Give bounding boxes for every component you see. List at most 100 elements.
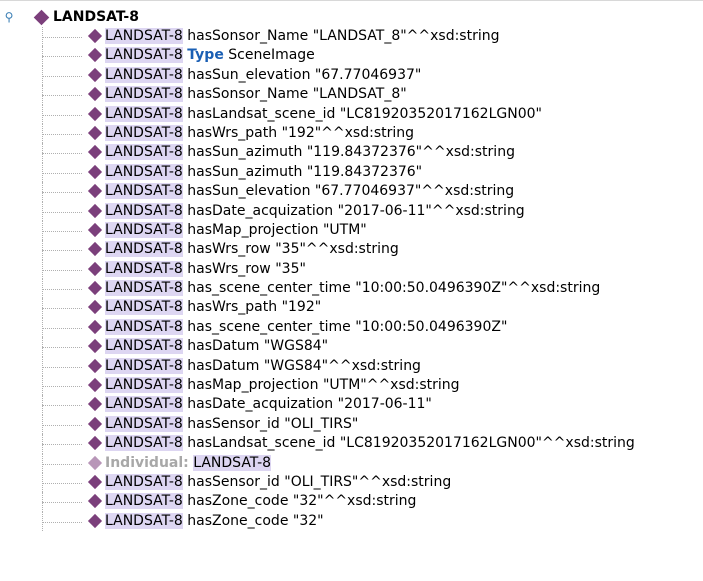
assertion-subject[interactable]: LANDSAT-8	[105, 47, 183, 64]
tree-root-node[interactable]: ⚲ LANDSAT-8	[0, 8, 703, 27]
assertion-subject[interactable]: LANDSAT-8	[105, 473, 183, 490]
assertion-subject[interactable]: LANDSAT-8	[105, 163, 183, 180]
assertion-row[interactable]: LANDSAT-8 hasSun_azimuth "119.84372376"^…	[0, 143, 703, 163]
assertion-diamond-icon	[87, 203, 103, 218]
assertion-subject[interactable]: LANDSAT-8	[105, 144, 183, 161]
assertion-subject[interactable]: LANDSAT-8	[105, 357, 183, 374]
assertion-row[interactable]: LANDSAT-8 hasWrs_row "35"^^xsd:string	[0, 240, 703, 260]
assertion-predicate: hasDate_acquization	[187, 202, 334, 219]
assertion-subject[interactable]: LANDSAT-8	[105, 396, 183, 413]
assertion-text: LANDSAT-8 hasDatum "WGS84"	[105, 337, 328, 356]
tree-connector-horizontal	[42, 308, 82, 310]
assertion-subject[interactable]: LANDSAT-8	[105, 183, 183, 200]
assertion-value: "OLI_TIRS"^^xsd:string	[284, 473, 452, 490]
assertion-row[interactable]: LANDSAT-8 Type SceneImage	[0, 46, 703, 66]
assertion-diamond-icon	[87, 319, 103, 334]
assertion-subject[interactable]: LANDSAT-8	[105, 66, 183, 83]
assertion-row[interactable]: LANDSAT-8 has_scene_center_time "10:00:5…	[0, 317, 703, 338]
assertion-diamond-icon	[87, 494, 103, 509]
assertion-row[interactable]: LANDSAT-8 hasMap_projection "UTM"	[0, 220, 703, 241]
assertion-text: LANDSAT-8 has_scene_center_time "10:00:5…	[105, 318, 507, 337]
assertion-row[interactable]: LANDSAT-8 hasMap_projection "UTM"^^xsd:s…	[0, 376, 703, 396]
assertion-row[interactable]: LANDSAT-8 hasDate_acquization "2017-06-1…	[0, 201, 703, 221]
assertion-text: LANDSAT-8 hasWrs_path "192"^^xsd:string	[105, 124, 414, 143]
assertion-value: "UTM"^^xsd:string	[322, 377, 460, 394]
assertion-subject[interactable]: LANDSAT-8	[105, 493, 183, 510]
assertion-row[interactable]: LANDSAT-8 hasSun_elevation "67.77046937"	[0, 65, 703, 86]
tree-connector-horizontal	[42, 444, 82, 446]
assertion-row[interactable]: LANDSAT-8 hasLandsat_scene_id "LC8192035…	[0, 434, 703, 454]
assertion-row[interactable]: LANDSAT-8 hasWrs_path "192"^^xsd:string	[0, 123, 703, 144]
root-label: LANDSAT-8	[53, 9, 139, 25]
assertion-value: "67.77046937"	[314, 66, 422, 83]
assertion-row[interactable]: LANDSAT-8 hasLandsat_scene_id "LC8192035…	[0, 104, 703, 124]
assertion-subject[interactable]: LANDSAT-8	[105, 512, 183, 529]
assertion-subject[interactable]: LANDSAT-8	[105, 241, 183, 258]
assertion-diamond-icon	[87, 377, 103, 393]
assertion-text: LANDSAT-8 hasMap_projection "UTM"^^xsd:s…	[105, 376, 460, 395]
assertion-row[interactable]: LANDSAT-8 hasDatum "WGS84"^^xsd:string	[0, 356, 703, 377]
assertion-predicate: hasSun_elevation	[187, 183, 311, 200]
assertion-diamond-icon	[87, 184, 103, 199]
assertion-diamond-icon	[87, 436, 103, 451]
assertion-subject[interactable]: LANDSAT-8	[105, 415, 183, 432]
assertion-predicate: hasWrs_row	[187, 260, 271, 277]
assertion-text: LANDSAT-8 hasLandsat_scene_id "LC8192035…	[105, 105, 542, 124]
type-keyword: Type	[187, 47, 224, 64]
assertion-subject[interactable]: LANDSAT-8	[105, 105, 183, 122]
assertion-subject[interactable]: LANDSAT-8	[105, 260, 183, 277]
assertion-predicate: hasLandsat_scene_id	[187, 105, 336, 122]
assertion-subject[interactable]: LANDSAT-8	[105, 280, 183, 297]
assertion-row[interactable]: LANDSAT-8 hasDate_acquization "2017-06-1…	[0, 395, 703, 415]
assertion-row[interactable]: LANDSAT-8 hasZone_code "32"	[0, 511, 703, 532]
assertion-subject[interactable]: LANDSAT-8	[105, 435, 183, 452]
tree-connector-horizontal	[42, 366, 82, 368]
assertion-value: "OLI_TIRS"	[284, 415, 359, 432]
assertion-row[interactable]: Individual: LANDSAT-8	[0, 453, 703, 473]
assertion-value: "2017-06-11"^^xsd:string	[337, 202, 525, 219]
assertion-subject[interactable]: LANDSAT-8	[105, 202, 183, 219]
assertion-row[interactable]: LANDSAT-8 hasZone_code "32"^^xsd:string	[0, 492, 703, 512]
tree-connector-horizontal	[42, 405, 82, 407]
assertion-value: "WGS84"	[263, 338, 329, 355]
assertion-value: "119.84372376"^^xsd:string	[306, 144, 515, 161]
assertion-predicate: hasDatum	[187, 338, 260, 355]
assertion-subject[interactable]: LANDSAT-8	[105, 124, 183, 141]
assertion-predicate: hasSensor_id	[187, 473, 280, 490]
tree-connector-horizontal	[42, 521, 82, 523]
assertion-row[interactable]: LANDSAT-8 hasWrs_path "192"	[0, 298, 703, 318]
assertion-diamond-icon	[87, 474, 103, 490]
assertion-row[interactable]: LANDSAT-8 hasSun_elevation "67.77046937"…	[0, 182, 703, 202]
assertion-row[interactable]: LANDSAT-8 hasSonsor_Name "LANDSAT_8"^^xs…	[0, 27, 703, 47]
assertion-subject[interactable]: LANDSAT-8	[105, 86, 183, 103]
assertion-predicate: has_scene_center_time	[187, 280, 351, 297]
assertion-text: LANDSAT-8 hasWrs_path "192"	[105, 298, 321, 317]
individual-name[interactable]: LANDSAT-8	[193, 454, 272, 471]
tree-connector-horizontal	[42, 192, 82, 194]
assertion-row[interactable]: LANDSAT-8 hasSun_azimuth "119.84372376"	[0, 162, 703, 183]
assertion-list: LANDSAT-8 hasSonsor_Name "LANDSAT_8"^^xs…	[0, 27, 703, 532]
assertion-row[interactable]: LANDSAT-8 has_scene_center_time "10:00:5…	[0, 279, 703, 299]
assertion-text: LANDSAT-8 hasSun_azimuth "119.84372376"^…	[105, 143, 515, 162]
assertion-row[interactable]: LANDSAT-8 hasSensor_id "OLI_TIRS"	[0, 414, 703, 435]
assertion-subject[interactable]: LANDSAT-8	[105, 28, 183, 44]
assertion-diamond-icon	[87, 358, 103, 373]
assertion-row[interactable]: LANDSAT-8 hasDatum "WGS84"	[0, 337, 703, 357]
assertion-text: LANDSAT-8 Type SceneImage	[105, 46, 315, 65]
tree-connector-horizontal	[42, 269, 82, 271]
assertion-predicate: hasSensor_id	[187, 415, 280, 432]
assertion-value: "32"	[292, 512, 324, 529]
assertion-subject[interactable]: LANDSAT-8	[105, 318, 183, 335]
assertion-diamond-icon	[87, 261, 103, 276]
assertion-subject[interactable]: LANDSAT-8	[105, 338, 183, 355]
collapse-pin-icon[interactable]: ⚲	[2, 10, 16, 24]
assertion-row[interactable]: LANDSAT-8 hasSonsor_Name "LANDSAT_8"	[0, 85, 703, 105]
assertion-row[interactable]: LANDSAT-8 hasSensor_id "OLI_TIRS"^^xsd:s…	[0, 472, 703, 493]
assertion-predicate: hasMap_projection	[187, 377, 319, 394]
assertion-subject[interactable]: LANDSAT-8	[105, 221, 183, 238]
assertion-row[interactable]: LANDSAT-8 hasWrs_row "35"	[0, 259, 703, 280]
assertion-subject[interactable]: LANDSAT-8	[105, 377, 183, 394]
assertion-subject[interactable]: LANDSAT-8	[105, 299, 183, 316]
assertion-text: Individual: LANDSAT-8	[105, 454, 272, 473]
assertion-value: "67.77046937"^^xsd:string	[314, 183, 515, 200]
